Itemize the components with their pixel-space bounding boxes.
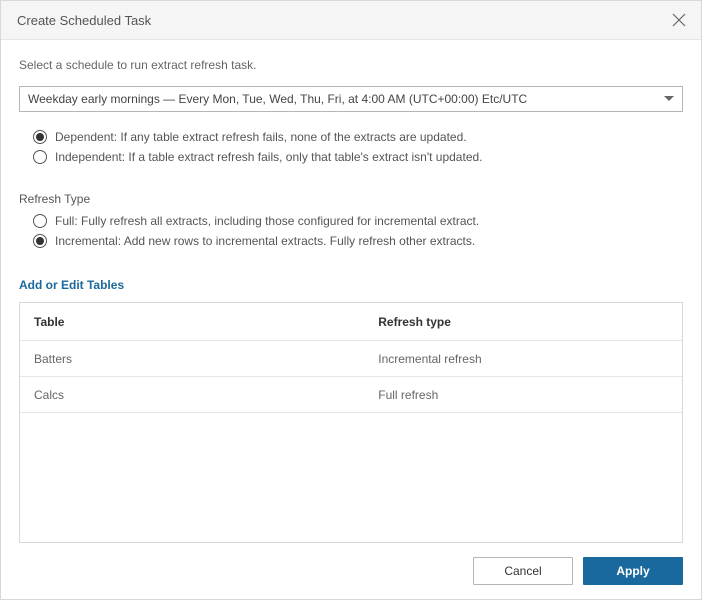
chevron-down-icon bbox=[664, 96, 674, 102]
dialog-content: Select a schedule to run extract refresh… bbox=[1, 40, 701, 543]
table-header-row: Table Refresh type bbox=[20, 303, 682, 341]
radio-icon bbox=[33, 130, 47, 144]
cancel-button[interactable]: Cancel bbox=[473, 557, 573, 585]
refresh-type-radio-group: Full: Fully refresh all extracts, includ… bbox=[33, 214, 683, 254]
radio-label: Full: Fully refresh all extracts, includ… bbox=[55, 214, 479, 228]
dialog-create-scheduled-task: Create Scheduled Task Select a schedule … bbox=[0, 0, 702, 600]
apply-button[interactable]: Apply bbox=[583, 557, 683, 585]
instruction-text: Select a schedule to run extract refresh… bbox=[19, 58, 683, 72]
radio-label: Dependent: If any table extract refresh … bbox=[55, 130, 467, 144]
tables-list: Table Refresh type Batters Incremental r… bbox=[19, 302, 683, 543]
radio-label: Independent: If a table extract refresh … bbox=[55, 150, 483, 164]
radio-incremental[interactable]: Incremental: Add new rows to incremental… bbox=[33, 234, 683, 248]
refresh-type-cell: Incremental refresh bbox=[364, 352, 682, 366]
radio-dependent[interactable]: Dependent: If any table extract refresh … bbox=[33, 130, 683, 144]
refresh-type-cell: Full refresh bbox=[364, 388, 682, 402]
dialog-title: Create Scheduled Task bbox=[17, 13, 151, 28]
dependency-radio-group: Dependent: If any table extract refresh … bbox=[33, 130, 683, 170]
refresh-type-heading: Refresh Type bbox=[19, 192, 683, 206]
schedule-selected-value: Weekday early mornings — Every Mon, Tue,… bbox=[28, 92, 527, 106]
table-row: Calcs Full refresh bbox=[20, 377, 682, 413]
radio-full[interactable]: Full: Fully refresh all extracts, includ… bbox=[33, 214, 683, 228]
schedule-dropdown[interactable]: Weekday early mornings — Every Mon, Tue,… bbox=[19, 86, 683, 112]
add-edit-tables-link[interactable]: Add or Edit Tables bbox=[19, 278, 683, 292]
table-name-cell: Calcs bbox=[20, 388, 364, 402]
table-row: Batters Incremental refresh bbox=[20, 341, 682, 377]
radio-independent[interactable]: Independent: If a table extract refresh … bbox=[33, 150, 683, 164]
table-name-cell: Batters bbox=[20, 352, 364, 366]
dialog-titlebar: Create Scheduled Task bbox=[1, 1, 701, 40]
column-header-table: Table bbox=[20, 315, 364, 329]
close-icon[interactable] bbox=[669, 10, 689, 30]
radio-icon bbox=[33, 150, 47, 164]
radio-icon bbox=[33, 234, 47, 248]
dialog-footer: Cancel Apply bbox=[1, 543, 701, 599]
column-header-refresh-type: Refresh type bbox=[364, 315, 682, 329]
radio-label: Incremental: Add new rows to incremental… bbox=[55, 234, 475, 248]
radio-icon bbox=[33, 214, 47, 228]
